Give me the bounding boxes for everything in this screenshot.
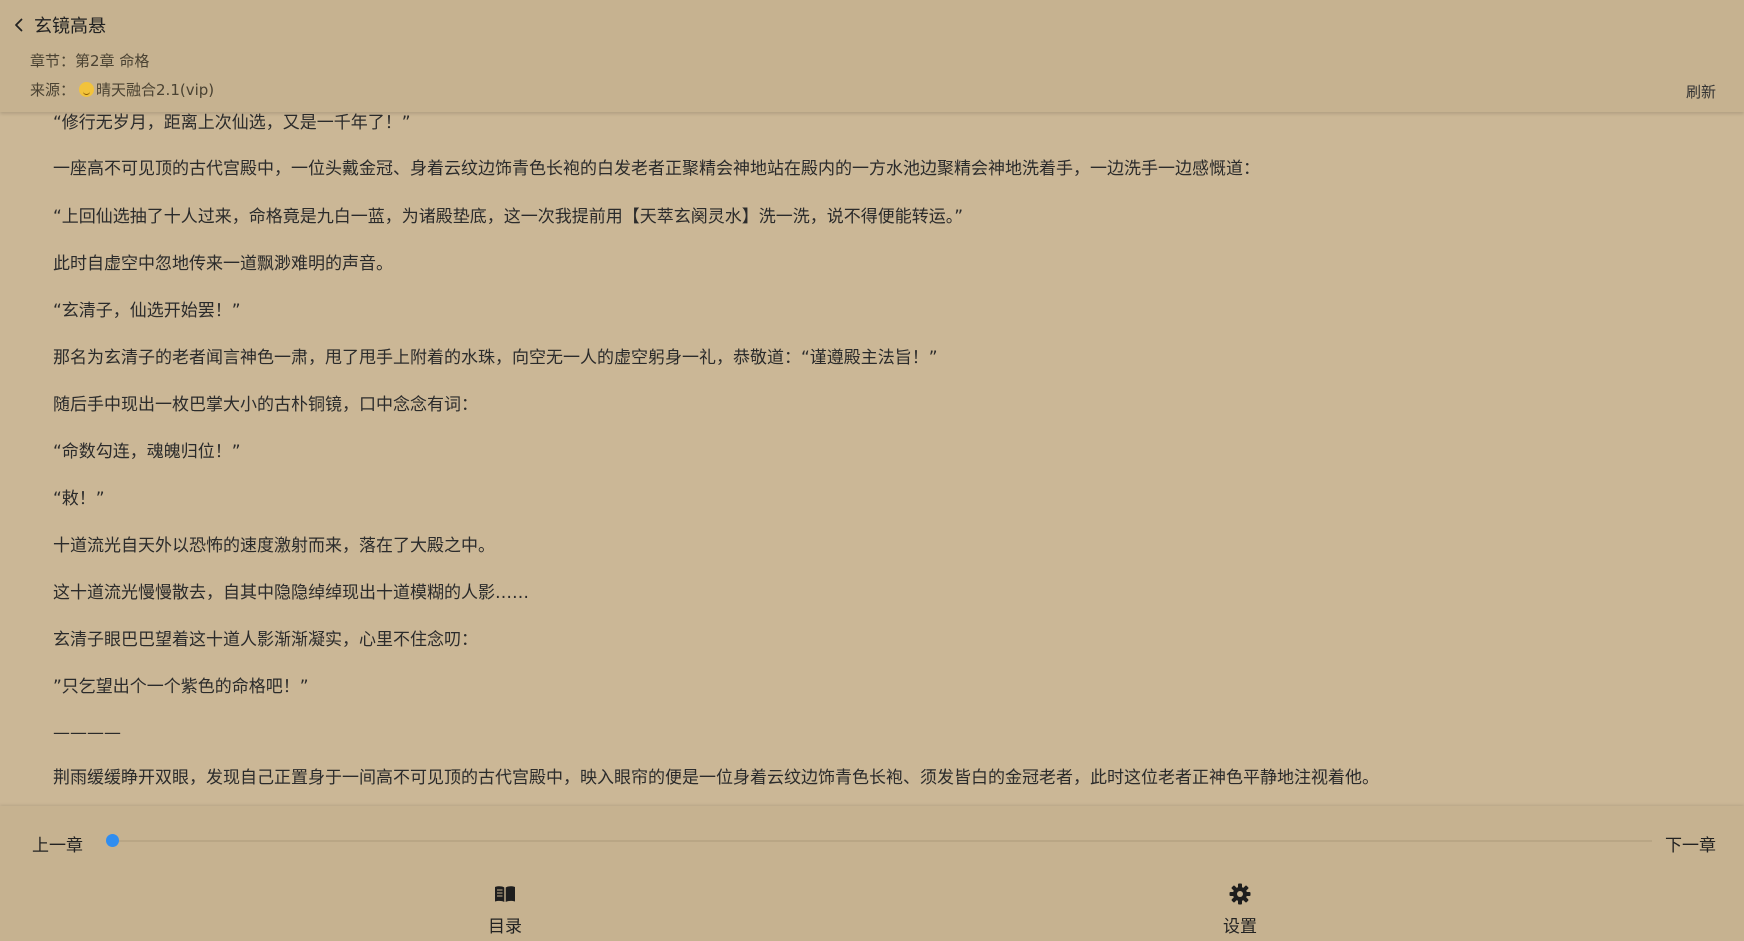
paragraph: 随后手中现出一枚巴掌大小的古朴铜镜，口中念念有词： — [53, 395, 478, 415]
progress-thumb[interactable] — [106, 834, 119, 847]
paragraph: 玄清子眼巴巴望着这十道人影渐渐凝实，心里不住念叨： — [53, 630, 478, 650]
source-label: 来源： — [30, 81, 76, 99]
gear-icon — [1229, 883, 1251, 905]
prev-chapter-button[interactable]: 上一章 — [32, 831, 83, 856]
reader-header: 玄镜高悬 章节： 第2章 命格 来源： 晴天融合2.1(vip) 刷新 — [0, 0, 1744, 112]
paragraph: 此时自虚空中忽地传来一道飘渺难明的声音。 — [53, 254, 393, 274]
paragraph: “敕！” — [53, 489, 105, 509]
paragraph: 一座高不可见顶的古代宫殿中，一位头戴金冠、身着云纹边饰青色长袍的白发老者正聚精会… — [53, 159, 1260, 179]
chevron-left-icon — [15, 18, 23, 32]
paragraph: “命数勾连，魂魄归位！” — [53, 442, 241, 462]
chapter-content[interactable]: “修行无岁月，距离上次仙选，又是一千年了！” 一座高不可见顶的古代宫殿中，一位头… — [0, 112, 1744, 804]
paragraph: ———— — [53, 723, 121, 743]
source-name: 晴天融合2.1(vip) — [96, 81, 215, 99]
settings-label: 设置 — [1223, 917, 1257, 937]
reader-app: 玄镜高悬 章节： 第2章 命格 来源： 晴天融合2.1(vip) 刷新 “修行无… — [0, 0, 1744, 941]
settings-button[interactable]: 设置 — [1180, 882, 1300, 937]
book-open-icon — [495, 886, 515, 902]
source-info[interactable]: 来源： 晴天融合2.1(vip) — [30, 79, 214, 100]
paragraph: 荆雨缓缓睁开双眼，发现自己正置身于一间高不可见顶的古代宫殿中，映入眼帘的便是一位… — [53, 768, 1379, 788]
chapter-info: 章节： 第2章 命格 — [30, 50, 149, 71]
toc-button[interactable]: 目录 — [445, 882, 565, 937]
paragraph: 那名为玄清子的老者闻言神色一肃，甩了甩手上附着的水珠，向空无一人的虚空躬身一礼，… — [53, 348, 938, 368]
paragraph: ”只乞望出个一个紫色的命格吧！” — [53, 677, 309, 697]
chapter-progress-slider[interactable] — [106, 834, 1652, 847]
paragraph: 十道流光自天外以恐怖的速度激射而来，落在了大殿之中。 — [53, 536, 495, 556]
paragraph: “修行无岁月，距离上次仙选，又是一千年了！” — [53, 113, 411, 133]
toc-label: 目录 — [488, 917, 522, 937]
smiley-icon — [79, 82, 95, 97]
paragraph: “上回仙选抽了十人过来，命格竟是九白一蓝，为诸殿垫底，这一次我提前用【天萃玄阕灵… — [53, 207, 964, 227]
chapter-label: 章节： — [30, 52, 76, 70]
paragraph: “玄清子，仙选开始罢！” — [53, 301, 241, 321]
chapter-nav: 上一章 下一章 — [0, 806, 1744, 876]
book-title: 玄镜高悬 — [34, 16, 106, 37]
chapter-name: 第2章 命格 — [75, 52, 150, 70]
refresh-button[interactable]: 刷新 — [1686, 81, 1716, 102]
paragraph: 这十道流光慢慢散去，自其中隐隐绰绰现出十道模糊的人影…… — [53, 583, 529, 603]
next-chapter-button[interactable]: 下一章 — [1665, 831, 1716, 856]
reader-controls: 上一章 下一章 目录 设置 — [0, 806, 1744, 941]
back-button[interactable]: 玄镜高悬 — [12, 10, 106, 40]
